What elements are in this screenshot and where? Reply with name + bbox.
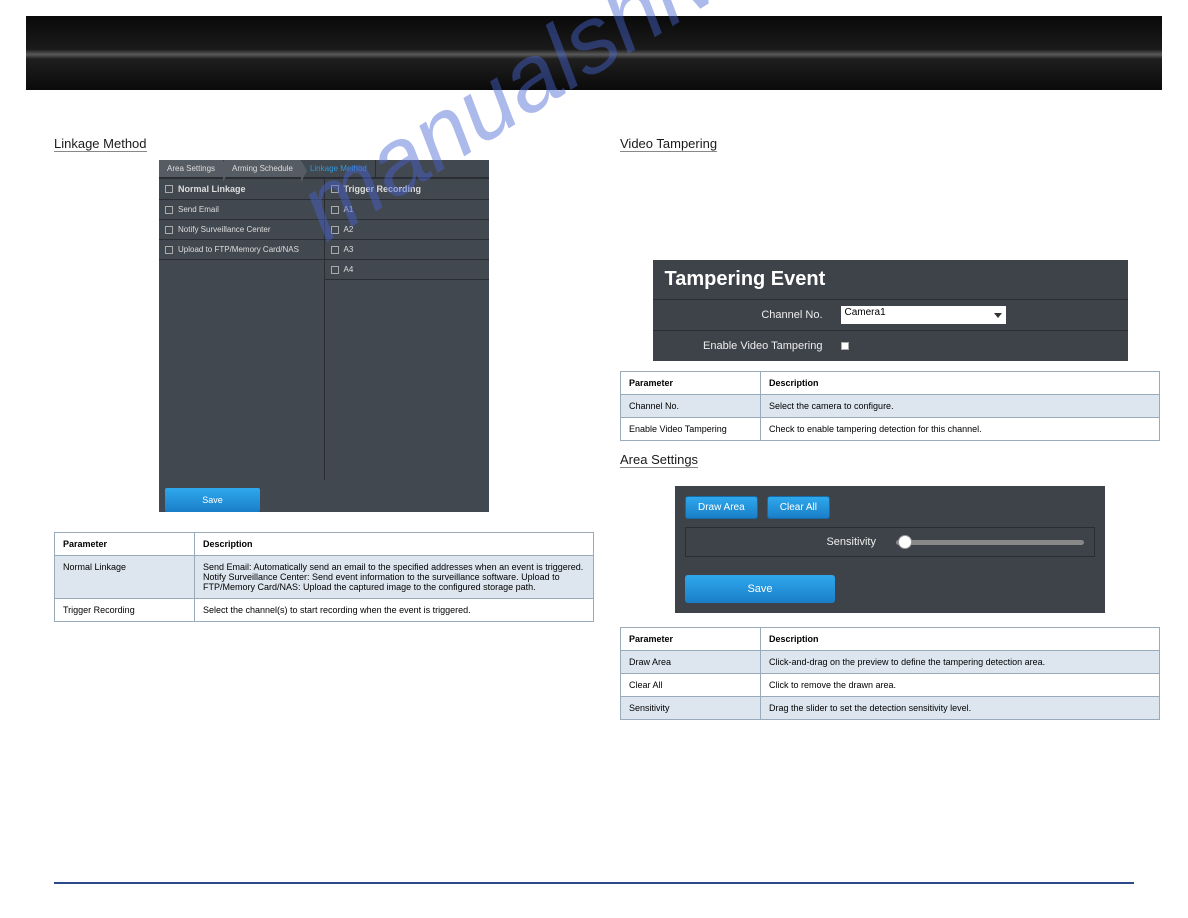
normal-linkage-col: Normal Linkage Send Email Notify Surveil… xyxy=(159,179,325,480)
cell-key: Channel No. xyxy=(621,395,761,418)
cell-val: Select the camera to configure. xyxy=(761,395,1160,418)
list-item-label: A4 xyxy=(344,265,354,274)
table-row: Trigger Recording Select the channel(s) … xyxy=(55,599,594,622)
table-header-description: Description xyxy=(195,533,594,556)
checkbox-icon[interactable] xyxy=(331,246,339,254)
save-button[interactable]: Save xyxy=(685,575,835,603)
normal-linkage-title: Normal Linkage xyxy=(178,184,246,194)
tampering-panel: Tampering Event Channel No. Camera1 Enab… xyxy=(653,260,1128,361)
section-heading-area: Area Settings xyxy=(620,452,698,468)
right-column: Video Tampering Tampering Event Channel … xyxy=(620,135,1160,720)
cell-key: Draw Area xyxy=(621,651,761,674)
checkbox-icon[interactable] xyxy=(165,246,173,254)
table-header-description: Description xyxy=(761,372,1160,395)
normal-item-upload: Upload to FTP/Memory Card/NAS xyxy=(159,240,324,260)
table-row: Normal Linkage Send Email: Automatically… xyxy=(55,556,594,599)
save-button[interactable]: Save xyxy=(165,488,260,512)
cell-key: Trigger Recording xyxy=(55,599,195,622)
table-header-parameter: Parameter xyxy=(621,628,761,651)
table-header-row: Parameter Description xyxy=(621,372,1160,395)
list-item-label: Send Email xyxy=(178,205,219,214)
list-item-label: A2 xyxy=(344,225,354,234)
checkbox-icon[interactable] xyxy=(165,226,173,234)
linkage-grid: Normal Linkage Send Email Notify Surveil… xyxy=(159,178,489,480)
list-item-label: Upload to FTP/Memory Card/NAS xyxy=(178,245,299,254)
footer-divider xyxy=(54,882,1134,884)
cell-key: Normal Linkage xyxy=(55,556,195,599)
enable-tampering-checkbox[interactable] xyxy=(841,342,849,350)
trigger-item-a2: A2 xyxy=(325,220,490,240)
sensitivity-row: Sensitivity xyxy=(685,527,1095,557)
tab-linkage-method[interactable]: Linkage Method xyxy=(302,160,376,177)
page-header-bar xyxy=(26,16,1162,90)
table-row: Clear All Click to remove the drawn area… xyxy=(621,674,1160,697)
draw-area-button[interactable]: Draw Area xyxy=(685,496,758,519)
section-heading-tampering: Video Tampering xyxy=(620,136,717,152)
cell-val: Send Email: Automatically send an email … xyxy=(195,556,594,599)
table-header-description: Description xyxy=(761,628,1160,651)
tab-arming-schedule[interactable]: Arming Schedule xyxy=(224,160,302,177)
checkbox-icon[interactable] xyxy=(331,226,339,234)
trigger-recording-header: Trigger Recording xyxy=(325,179,490,200)
trigger-recording-col: Trigger Recording A1 A2 A3 A4 xyxy=(325,179,490,480)
sensitivity-slider[interactable] xyxy=(896,540,1084,545)
clear-all-button[interactable]: Clear All xyxy=(767,496,830,519)
list-item-label: A1 xyxy=(344,205,354,214)
sensitivity-label: Sensitivity xyxy=(686,528,886,556)
table-header-row: Parameter Description xyxy=(621,628,1160,651)
list-item-label: Notify Surveillance Center xyxy=(178,225,270,234)
trigger-item-a3: A3 xyxy=(325,240,490,260)
normal-item-send-email: Send Email xyxy=(159,200,324,220)
cell-val: Drag the slider to set the detection sen… xyxy=(761,697,1160,720)
normal-item-notify: Notify Surveillance Center xyxy=(159,220,324,240)
checkbox-icon[interactable] xyxy=(165,206,173,214)
section-heading-linkage: Linkage Method xyxy=(54,136,147,152)
channel-no-label: Channel No. xyxy=(653,300,833,330)
tab-area-settings[interactable]: Area Settings xyxy=(159,160,224,177)
channel-no-select[interactable]: Camera1 xyxy=(841,306,1006,324)
checkbox-icon[interactable] xyxy=(331,266,339,274)
enable-tampering-label: Enable Video Tampering xyxy=(653,331,833,361)
tampering-spec-table: Parameter Description Channel No. Select… xyxy=(620,371,1160,441)
cell-val: Check to enable tampering detection for … xyxy=(761,418,1160,441)
tabs-row: Area Settings Arming Schedule Linkage Me… xyxy=(159,160,489,178)
normal-linkage-header: Normal Linkage xyxy=(159,179,324,200)
left-column: Linkage Method Area Settings Arming Sche… xyxy=(54,135,594,622)
table-header-parameter: Parameter xyxy=(55,533,195,556)
slider-thumb-icon[interactable] xyxy=(898,535,912,549)
cell-val: Click-and-drag on the preview to define … xyxy=(761,651,1160,674)
cell-key: Sensitivity xyxy=(621,697,761,720)
table-row: Sensitivity Drag the slider to set the d… xyxy=(621,697,1160,720)
checkbox-icon[interactable] xyxy=(331,185,339,193)
channel-row: Channel No. Camera1 xyxy=(653,299,1128,330)
table-row: Draw Area Click-and-drag on the preview … xyxy=(621,651,1160,674)
checkbox-icon[interactable] xyxy=(331,206,339,214)
tampering-title: Tampering Event xyxy=(653,260,1128,299)
table-row: Enable Video Tampering Check to enable t… xyxy=(621,418,1160,441)
enable-row: Enable Video Tampering xyxy=(653,330,1128,361)
area-panel: Draw Area Clear All Sensitivity Save xyxy=(675,486,1105,613)
area-spec-table: Parameter Description Draw Area Click-an… xyxy=(620,627,1160,720)
trigger-item-a1: A1 xyxy=(325,200,490,220)
cell-key: Enable Video Tampering xyxy=(621,418,761,441)
table-header-parameter: Parameter xyxy=(621,372,761,395)
list-item-label: A3 xyxy=(344,245,354,254)
trigger-item-a4: A4 xyxy=(325,260,490,280)
cell-val: Select the channel(s) to start recording… xyxy=(195,599,594,622)
trigger-recording-title: Trigger Recording xyxy=(344,184,422,194)
linkage-screenshot: Area Settings Arming Schedule Linkage Me… xyxy=(159,160,489,512)
table-header-row: Parameter Description xyxy=(55,533,594,556)
linkage-spec-table: Parameter Description Normal Linkage Sen… xyxy=(54,532,594,622)
table-row: Channel No. Select the camera to configu… xyxy=(621,395,1160,418)
cell-key: Clear All xyxy=(621,674,761,697)
cell-val: Click to remove the drawn area. xyxy=(761,674,1160,697)
checkbox-icon[interactable] xyxy=(165,185,173,193)
